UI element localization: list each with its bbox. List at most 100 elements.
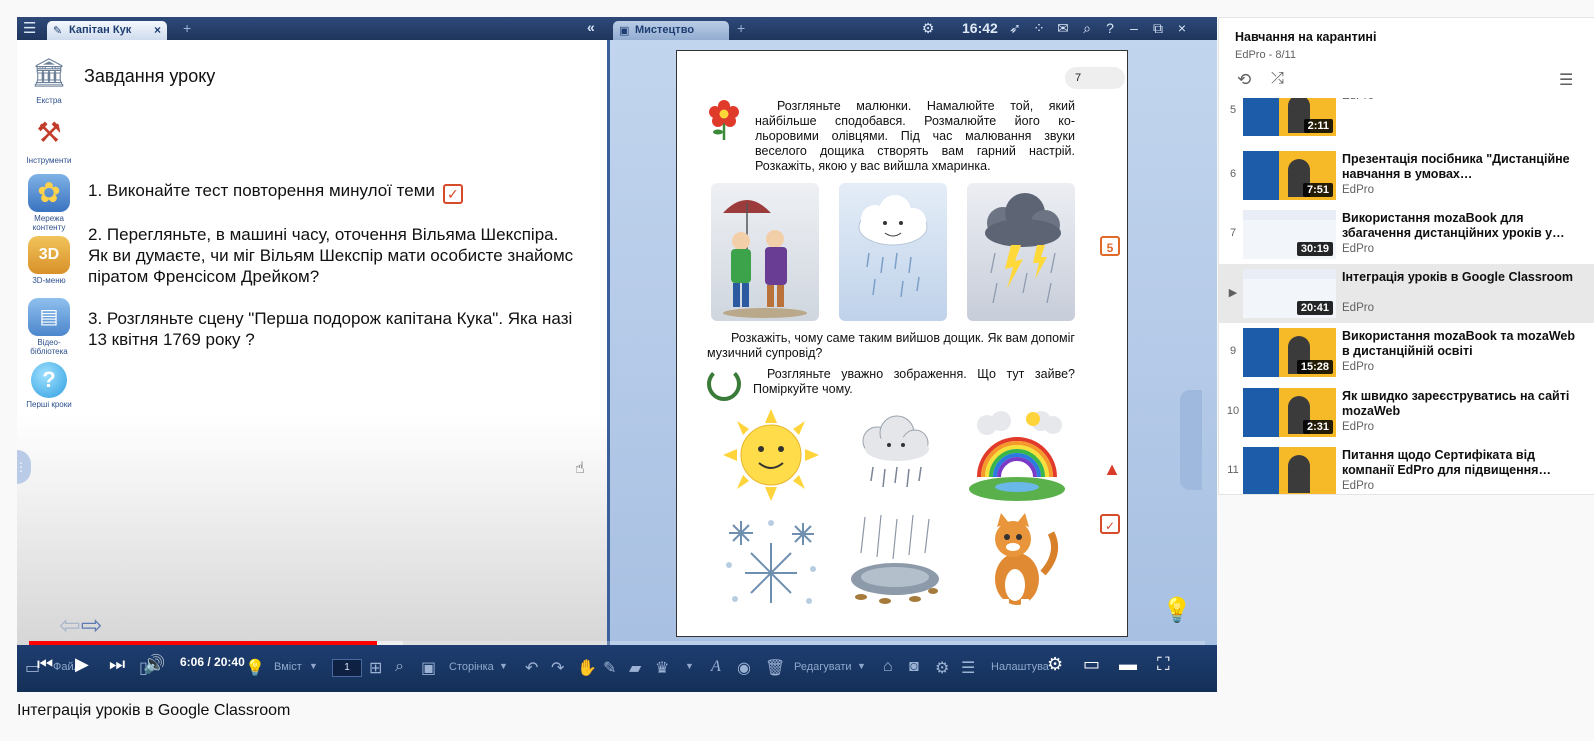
playlist-panel: Навчання на карантині EdPro - 8/11 ⟲ ⤮ ☰… [1218, 17, 1594, 495]
duration-badge: 20:41 [1296, 301, 1333, 315]
clock: 16:42 [962, 20, 998, 36]
redo-icon: ↷ [551, 660, 565, 677]
kids-in-rain-picture [711, 183, 819, 321]
3d-icon: 3D [28, 236, 70, 274]
test-check-icon: ✓ [442, 184, 463, 204]
duration-badge: 30:19 [1296, 242, 1333, 256]
new-tab-plus-icon: + [183, 20, 192, 36]
channel-name[interactable]: EdPro [1342, 480, 1374, 492]
sidebar-item-label: Перші кроки [26, 400, 72, 409]
mozabook-top-bar: ☰ ✎ Капітан Кук × + « ▣ Мистецтво + ⚙ 16… [17, 17, 1217, 40]
chevron-down-icon: ▼ [685, 661, 694, 671]
thumbnail-panel [1243, 447, 1279, 494]
playlist-item[interactable]: 9 15:28 Використання mozaBook та mozaWeb в… [1219, 323, 1594, 382]
page-add-icon: ⊞ [369, 660, 383, 677]
lesson-heading: Завдання уроку [84, 66, 216, 86]
presenter-image [1288, 455, 1310, 493]
video-library-icon: ▤ [28, 298, 70, 336]
current-time: 6:06 [180, 655, 205, 669]
video-player[interactable]: ☰ ✎ Капітан Кук × + « ▣ Мистецтво + ⚙ 16… [17, 17, 1217, 692]
book-pane: 7 Розгляньте малюнки. Намалюйте той, яки… [610, 40, 1217, 645]
collapse-pane-icon: « [587, 19, 595, 35]
page-view-icon: ▣ [421, 660, 437, 677]
channel-name[interactable]: EdPro [1342, 98, 1374, 102]
apps-grid-icon: ⁘ [1033, 20, 1045, 36]
playlist-item[interactable]: 7 30:19 Використання mozaBook для збагачен… [1219, 205, 1594, 264]
zoom-icon: ⌕ [395, 658, 404, 675]
crown-icon: ♛ [655, 660, 670, 677]
channel-name[interactable]: EdPro [1342, 421, 1374, 433]
sun-picture [721, 407, 821, 503]
settings-gear-icon: ⚙ [935, 660, 950, 677]
previous-video-icon[interactable]: ⏮ [37, 653, 53, 675]
playlist-item-title[interactable]: Використання mozaBook та mozaWeb в диста… [1342, 329, 1582, 359]
video-thumbnail[interactable]: 2:11 [1243, 98, 1336, 136]
page-number: 7 [1065, 67, 1125, 89]
mail-icon: ✉ [1057, 20, 1069, 36]
playlist-item[interactable]: 11 Питання щодо Сертифіката від компанії … [1219, 442, 1594, 494]
duration-badge: 15:28 [1296, 360, 1333, 374]
hand-icon: ✋ [577, 660, 597, 677]
playlist-title[interactable]: Навчання на карантині [1235, 30, 1376, 44]
playlist-item[interactable]: ▶ 20:41 Інтеграція уроків в Google Classro… [1219, 264, 1594, 323]
playlist-item-title[interactable]: Як швидко зареєструватись на сайті mozaW… [1342, 389, 1582, 419]
home-tools-icon: ⌂ [883, 658, 893, 675]
close-icon: × [1177, 20, 1187, 36]
video-thumbnail[interactable]: 7:51 [1243, 151, 1336, 200]
video-time: 6:06 / 20:40 [180, 655, 245, 669]
page-number-field: 1 [332, 659, 362, 677]
next-video-button[interactable]: ⏭ [109, 653, 125, 675]
puddle-picture [845, 513, 945, 609]
channel-name[interactable]: EdPro [1342, 361, 1374, 373]
shuffle-icon[interactable]: ⤮ [1271, 70, 1284, 88]
task-2: 2. Перегляньте, в машині часу, оточення … [88, 224, 573, 287]
task-1: 1. Виконайте тест повторення минулої тем… [88, 180, 463, 204]
thumbnail-panel [1243, 388, 1279, 437]
video-progress-bar[interactable] [29, 641, 378, 645]
sidebar-item-label: Інструменти [26, 156, 72, 165]
video-thumbnail[interactable]: 30:19 [1243, 210, 1336, 259]
camera-icon: ◙ [909, 658, 919, 675]
channel-name[interactable]: EdPro [1342, 302, 1374, 314]
help-icon: ? [1106, 20, 1114, 36]
task-text: піратом Френсісом Дрейком? [88, 267, 320, 286]
menu-icon[interactable]: ☰ [1559, 70, 1573, 90]
playlist-item[interactable]: 10 2:31 Як швидко зареєструватись на сайті… [1219, 383, 1594, 442]
theater-mode-icon[interactable]: ▬ [1119, 653, 1137, 675]
task-text: 1. Виконайте тест повторення минулої тем… [88, 181, 435, 200]
time-separator: / [204, 655, 215, 669]
play-button[interactable]: ▶ [75, 653, 89, 675]
book-page: 7 Розгляньте малюнки. Намалюйте той, яки… [676, 50, 1128, 637]
settings-menu-label: Налаштува [991, 661, 1049, 673]
close-tab-icon: × [153, 23, 161, 37]
search-icon: ⌕ [1083, 20, 1091, 36]
channel-name[interactable]: EdPro [1342, 184, 1374, 196]
volume-icon[interactable]: 🔊 [143, 653, 165, 675]
settings-gear-icon[interactable]: ⚙ [1047, 653, 1063, 675]
trash-icon: 🗑 [765, 660, 786, 677]
miniplayer-icon[interactable]: ▭ [1083, 653, 1100, 675]
sidebar-item-content-network: ✿ Мережа контенту [19, 174, 79, 232]
playlist-item[interactable]: 6 7:51 Презентація посібника "Дистанційне … [1219, 146, 1594, 205]
playlist-item-title[interactable]: Інтеграція уроків в Google Classroom [1342, 270, 1582, 285]
tab-mystetstvo: ▣ Мистецтво [613, 21, 729, 40]
playlist-item[interactable]: 52:11EdPro [1219, 98, 1594, 141]
loop-icon[interactable]: ⟲ [1237, 70, 1251, 90]
sidebar-item-first-steps: ? Перші кроки [19, 362, 79, 409]
book-paragraph-2: Розкажіть, чому саме таким вийшов дощик.… [707, 331, 1075, 360]
playlist-item-title[interactable]: Презентація посібника "Дистанційне навча… [1342, 152, 1582, 182]
video-thumbnail[interactable] [1243, 447, 1336, 494]
video-thumbnail[interactable]: 15:28 [1243, 328, 1336, 377]
fullscreen-icon[interactable]: ⛶ [1157, 653, 1170, 675]
playlist-item-title[interactable]: Питання щодо Сертифіката від компанії Ed… [1342, 448, 1582, 478]
sidebar-item-label: Екстра [36, 96, 62, 105]
layers-icon: ☰ [961, 660, 976, 677]
book-paragraph-3: Розгляньте уважно зображення. Що тут зай… [753, 367, 1075, 396]
book-paragraph-1: Розгляньте малюнки. Намалюйте той, який … [755, 99, 1075, 173]
task-text: 13 квітня 1769 року ? [88, 330, 255, 349]
video-thumbnail[interactable]: 20:41 [1243, 269, 1336, 318]
video-thumbnail[interactable]: 2:31 [1243, 388, 1336, 437]
playlist-item-title[interactable]: Використання mozaBook для збагачення дис… [1342, 211, 1582, 241]
warning-triangle-icon: ▲ [1103, 459, 1121, 479]
channel-name[interactable]: EdPro [1342, 243, 1374, 255]
